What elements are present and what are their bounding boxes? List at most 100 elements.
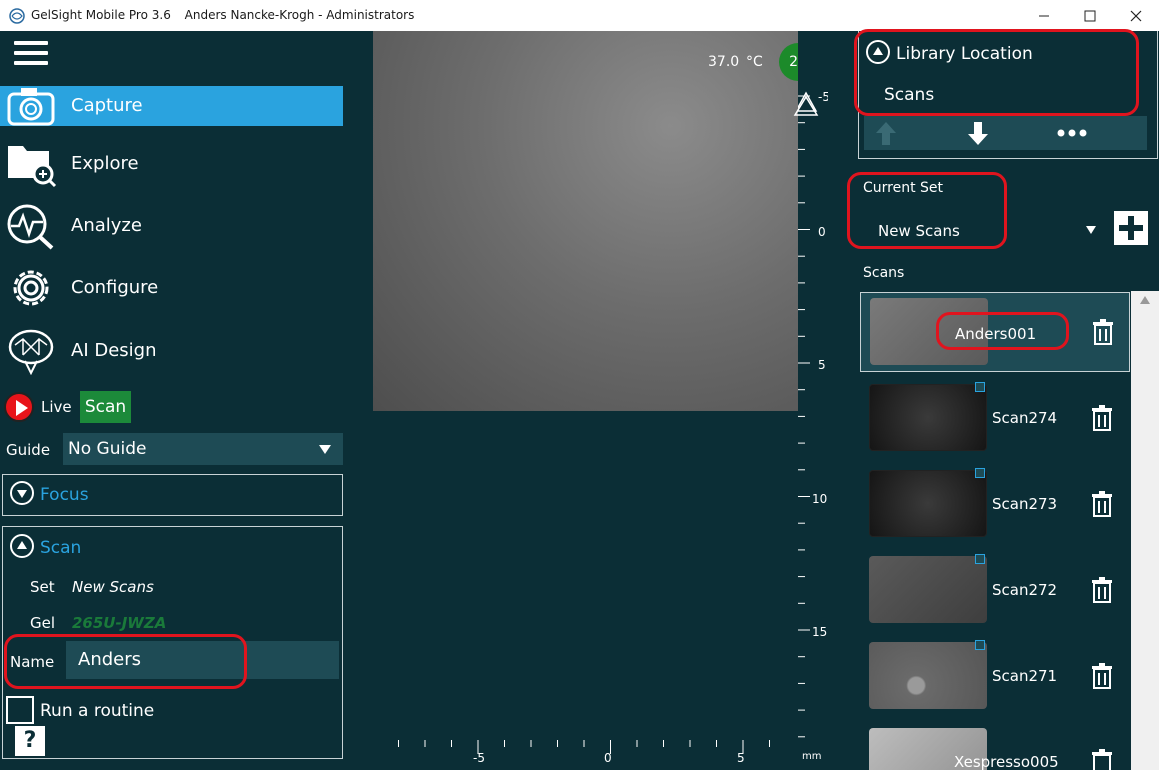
chevron-down-icon[interactable] bbox=[1086, 226, 1096, 234]
scan-name: Scan274 bbox=[992, 409, 1058, 427]
select-checkbox[interactable] bbox=[975, 382, 985, 392]
gear-icon bbox=[13, 270, 49, 306]
scan-card-scan274[interactable]: Scan274 bbox=[860, 379, 1130, 459]
help-button[interactable]: ? bbox=[15, 726, 45, 756]
live-play-button[interactable] bbox=[4, 392, 34, 422]
library-location-value[interactable]: Scans bbox=[884, 85, 934, 105]
camera-icon bbox=[7, 88, 55, 126]
brain-icon bbox=[8, 329, 54, 375]
vscale-tick-label: 0 bbox=[818, 225, 826, 239]
close-button[interactable] bbox=[1113, 0, 1159, 31]
scan-section-header[interactable]: Scan bbox=[10, 534, 82, 560]
ruler-unit: mm bbox=[802, 751, 821, 762]
library-location-label: Library Location bbox=[896, 44, 1033, 64]
more-options-icon[interactable] bbox=[1056, 126, 1088, 140]
arrow-down-icon[interactable] bbox=[964, 119, 992, 147]
select-checkbox[interactable] bbox=[975, 468, 985, 478]
scan-section-label: Scan bbox=[40, 538, 82, 558]
expand-down-icon bbox=[10, 481, 34, 505]
nav-capture[interactable]: Capture bbox=[0, 86, 343, 126]
gel-value: 265U-JWZA bbox=[72, 614, 167, 632]
close-icon bbox=[1130, 10, 1142, 21]
set-label: Set bbox=[30, 578, 55, 596]
minimize-icon bbox=[1039, 15, 1049, 16]
scan-thumbnail bbox=[869, 470, 987, 537]
scan-button[interactable]: Scan bbox=[80, 391, 131, 423]
nav-capture-label: Capture bbox=[71, 95, 143, 116]
guide-dropdown[interactable]: No Guide bbox=[63, 433, 343, 465]
nav-analyze[interactable]: Analyze bbox=[0, 204, 343, 250]
guide-label: Guide bbox=[6, 441, 51, 459]
trash-icon[interactable] bbox=[1091, 749, 1113, 770]
temperature-unit: °C bbox=[746, 54, 763, 70]
focus-header[interactable]: Focus bbox=[10, 481, 89, 507]
hamburger-menu-icon[interactable] bbox=[14, 41, 48, 65]
scan-name: Anders001 bbox=[955, 325, 1037, 343]
set-value: New Scans bbox=[72, 578, 154, 596]
scans-scrollbar[interactable] bbox=[1131, 291, 1159, 770]
title-bar: GelSight Mobile Pro 3.6 Anders Nancke-Kr… bbox=[0, 0, 1159, 31]
scan-thumbnail bbox=[869, 556, 987, 623]
temperature-value: 37.0 bbox=[708, 54, 740, 70]
collapse-up-icon bbox=[866, 40, 890, 64]
guide-value: No Guide bbox=[68, 439, 147, 459]
nav-ai-design[interactable]: AI Design bbox=[0, 329, 343, 375]
name-input[interactable]: Anders bbox=[66, 641, 339, 679]
scroll-up-icon[interactable] bbox=[1140, 296, 1150, 304]
gelsight-logo-icon bbox=[9, 8, 25, 24]
horizontal-ruler: -5 0 5 mm bbox=[373, 740, 828, 770]
hscale-tick-label: 5 bbox=[737, 751, 745, 765]
run-routine-label: Run a routine bbox=[40, 701, 155, 721]
maximize-icon bbox=[1084, 10, 1096, 21]
trash-icon[interactable] bbox=[1091, 577, 1113, 603]
nav-explore-label: Explore bbox=[71, 153, 139, 174]
select-checkbox[interactable] bbox=[975, 640, 985, 650]
scan-name: Scan272 bbox=[992, 581, 1058, 599]
select-checkbox[interactable] bbox=[975, 554, 985, 564]
library-location-header[interactable]: Library Location bbox=[866, 40, 1033, 66]
nav-explore[interactable]: Explore bbox=[0, 144, 343, 188]
arrow-up-icon[interactable] bbox=[872, 119, 900, 147]
live-label: Live bbox=[41, 398, 72, 416]
scan-card-scan272[interactable]: Scan272 bbox=[860, 551, 1130, 631]
maximize-button[interactable] bbox=[1067, 0, 1113, 31]
chevron-down-icon bbox=[319, 445, 331, 454]
vscale-tick-label: 15 bbox=[812, 625, 827, 639]
focus-section[interactable]: Focus bbox=[2, 474, 343, 516]
vscale-tick-label: 10 bbox=[812, 492, 827, 506]
scans-list-label: Scans bbox=[863, 265, 905, 281]
collapse-up-icon bbox=[10, 534, 34, 558]
scan-card-scan273[interactable]: Scan273 bbox=[860, 465, 1130, 545]
folder-search-icon bbox=[8, 146, 57, 188]
app-title: GelSight Mobile Pro 3.6 bbox=[31, 8, 171, 22]
nav-ai-design-label: AI Design bbox=[71, 340, 157, 361]
vscale-tick-label: 5 bbox=[818, 358, 826, 372]
trash-icon[interactable] bbox=[1091, 663, 1113, 689]
nav-analyze-label: Analyze bbox=[71, 215, 142, 236]
scan-thumbnail bbox=[869, 384, 987, 451]
window-title: GelSight Mobile Pro 3.6 Anders Nancke-Kr… bbox=[31, 8, 424, 22]
minimize-button[interactable] bbox=[1021, 0, 1067, 31]
vscale-tick-label: -5 bbox=[818, 90, 828, 104]
scan-preview-image[interactable] bbox=[373, 31, 798, 411]
trash-icon[interactable] bbox=[1091, 405, 1113, 431]
vertical-ruler: -5 0 5 10 15 bbox=[798, 31, 828, 740]
add-set-button[interactable] bbox=[1114, 211, 1148, 245]
scan-name: Scan271 bbox=[992, 667, 1058, 685]
scan-thumbnail bbox=[869, 642, 987, 709]
scan-card-scan271[interactable]: Scan271 bbox=[860, 637, 1130, 717]
scan-name: Scan273 bbox=[992, 495, 1058, 513]
trash-icon[interactable] bbox=[1091, 491, 1113, 517]
scan-card-xespresso005[interactable]: Xespresso005 bbox=[860, 723, 1130, 770]
nav-configure-label: Configure bbox=[71, 277, 159, 298]
run-routine-checkbox[interactable] bbox=[6, 696, 34, 724]
hscale-tick-label: -5 bbox=[473, 751, 485, 765]
hscale-tick-label: 0 bbox=[604, 751, 612, 765]
trash-icon[interactable] bbox=[1092, 319, 1114, 345]
left-panel: Capture Explore Analyze Configure AI Des… bbox=[0, 31, 373, 770]
gel-label: Gel bbox=[30, 614, 56, 632]
warning-triangle-icon bbox=[793, 95, 819, 116]
current-set-value[interactable]: New Scans bbox=[878, 222, 960, 240]
scan-card-anders001[interactable]: Anders001 bbox=[860, 292, 1130, 372]
nav-configure[interactable]: Configure bbox=[0, 268, 343, 308]
